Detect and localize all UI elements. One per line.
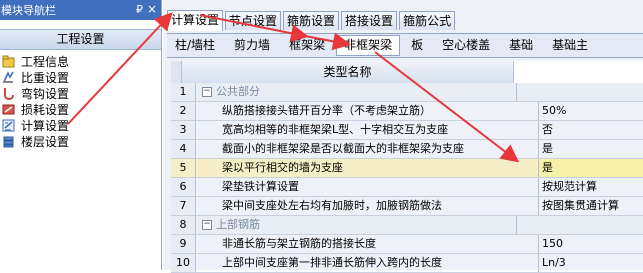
calc-settings-icon	[2, 119, 15, 132]
nav-item-hook[interactable]: 弯钩设置	[0, 85, 161, 101]
collapse-toggle-icon[interactable]: −	[202, 87, 212, 97]
grid-header-type-name: 类型名称	[182, 61, 514, 83]
subtab-slab[interactable]: 板	[403, 36, 431, 55]
nav-item-label: 损耗设置	[21, 102, 70, 117]
grid-body: 1− 公共部分 2 纵筋搭接接头错开百分率（不考虑架立筋） 50% 3 宽高均相等的非框架梁…	[171, 83, 643, 273]
subtab-column-wall-column[interactable]: 柱/墙柱	[167, 36, 223, 55]
row-value[interactable]	[517, 216, 643, 234]
subtab-shear-wall[interactable]: 剪力墙	[226, 36, 278, 55]
pin-icon[interactable]: ₽	[136, 3, 143, 16]
subtab-foundation-main[interactable]: 基础主	[544, 36, 596, 55]
nav-item-density[interactable]: 比重设置	[0, 69, 161, 85]
row-name: 截面小的非框架梁是否以截面大的非框架梁为支座	[196, 140, 539, 158]
row-number: 1	[171, 83, 196, 101]
tab-stirrup-formula[interactable]: 箍筋公式	[399, 11, 456, 30]
table-row[interactable]: 10 上部中间支座第一排非通长筋伸入跨内的长度 Ln/3	[171, 254, 643, 273]
loss-icon	[2, 103, 15, 116]
main-tab-bar: 计算设置 节点设置 箍筋设置 搭接设置 箍筋公式	[167, 10, 457, 31]
tab-lap-settings[interactable]: 搭接设置	[341, 11, 398, 30]
row-number: 8	[171, 216, 196, 234]
row-name: 宽高均相等的非框架梁L型、十字相交互为支座	[196, 121, 539, 139]
table-row[interactable]: 9 非通长筋与架立钢筋的搭接长度 150	[171, 235, 643, 254]
table-row[interactable]: 6 梁垫铁计算设置 按规范计算	[171, 178, 643, 197]
table-row[interactable]: 4 截面小的非框架梁是否以截面大的非框架梁为支座 是	[171, 140, 643, 159]
row-value[interactable]: 是	[539, 140, 643, 158]
nav-item-label: 弯钩设置	[21, 86, 70, 101]
nav-item-calc-settings[interactable]: 计算设置	[0, 116, 161, 134]
hook-icon	[2, 87, 15, 100]
row-name: − 上部钢筋	[196, 216, 517, 234]
row-value[interactable]: 否	[539, 121, 643, 139]
tab-stirrup-settings[interactable]: 箍筋设置	[283, 11, 340, 30]
table-row[interactable]: 3 宽高均相等的非框架梁L型、十字相交互为支座 否	[171, 121, 643, 140]
row-name-label: 上部中间支座第一排非通长筋伸入跨内的长度	[222, 256, 442, 269]
navigation-header: 模块导航栏 ₽ ×	[0, 0, 161, 20]
row-name: 非通长筋与架立钢筋的搭接长度	[196, 235, 539, 253]
row-number: 9	[171, 235, 196, 253]
row-value[interactable]: 按规范计算	[539, 178, 643, 196]
subtab-foundation[interactable]: 基础	[501, 36, 541, 55]
row-name-label: 截面小的非框架梁是否以截面大的非框架梁为支座	[222, 142, 464, 155]
row-name-label: 梁以平行相交的墙为支座	[222, 161, 343, 174]
navigation-list: 工程信息 比重设置 弯钩设置 损耗设置 计算设置 楼层设置	[0, 53, 161, 149]
row-number: 4	[171, 140, 196, 158]
grid-header-value	[514, 61, 643, 83]
row-name-label: 非通长筋与架立钢筋的搭接长度	[222, 237, 376, 250]
nav-item-label: 计算设置	[21, 116, 70, 134]
row-name: 上部中间支座第一排非通长筋伸入跨内的长度	[196, 254, 539, 272]
nav-item-project-info[interactable]: 工程信息	[0, 53, 161, 69]
row-name-label: 公共部分	[216, 85, 260, 98]
row-value[interactable]: 按图集贯通计算	[539, 197, 643, 215]
nav-item-label: 工程信息	[21, 54, 70, 69]
subtab-non-frame-beam[interactable]: 非框架梁	[336, 35, 401, 56]
section-project-settings[interactable]: 工程设置	[0, 29, 161, 50]
nav-item-label: 楼层设置	[21, 134, 70, 149]
table-row[interactable]: 2 纵筋搭接接头错开百分率（不考虑架立筋） 50%	[171, 102, 643, 121]
row-value[interactable]: Ln/3	[539, 254, 643, 272]
row-number: 3	[171, 121, 196, 139]
project-info-icon	[2, 55, 15, 68]
row-name-label: 纵筋搭接接头错开百分率（不考虑架立筋）	[222, 104, 431, 117]
row-name: 梁垫铁计算设置	[196, 178, 539, 196]
row-name: 梁以平行相交的墙为支座	[196, 159, 539, 177]
density-icon	[2, 70, 15, 84]
tab-calc-settings[interactable]: 计算设置	[167, 10, 224, 31]
row-number: 2	[171, 102, 196, 120]
close-icon[interactable]: ×	[147, 2, 157, 16]
collapse-toggle-icon[interactable]: −	[202, 220, 212, 230]
settings-grid: 类型名称 1− 公共部分 2 纵筋搭接接头错开百分率（不考虑架立筋） 50% 3 宽高均相等…	[171, 61, 643, 273]
grid-group-row[interactable]: 8− 上部钢筋	[171, 216, 643, 235]
row-value[interactable]: 50%	[539, 102, 643, 120]
row-name-label: 梁中间支座处左右均有加腋时，加腋钢筋做法	[222, 199, 442, 212]
floor-icon	[2, 135, 15, 148]
row-value[interactable]	[517, 83, 643, 101]
navigation-title: 模块导航栏	[1, 4, 56, 17]
row-name: − 公共部分	[196, 83, 517, 101]
tab-node-settings[interactable]: 节点设置	[225, 11, 282, 30]
row-value[interactable]: 150	[539, 235, 643, 253]
nav-item-floor[interactable]: 楼层设置	[0, 133, 161, 149]
table-row[interactable]: 7 梁中间支座处左右均有加腋时，加腋钢筋做法 按图集贯通计算	[171, 197, 643, 216]
row-name: 梁中间支座处左右均有加腋时，加腋钢筋做法	[196, 197, 539, 215]
nav-item-label: 比重设置	[21, 70, 70, 85]
grid-group-row[interactable]: 1− 公共部分	[171, 83, 643, 102]
row-number: 7	[171, 197, 196, 215]
navigation-panel: 模块导航栏 ₽ × 工程设置 工程信息 比重设置 弯钩设置 损耗设置 计算设置 …	[0, 0, 162, 270]
row-name-label: 上部钢筋	[216, 218, 260, 231]
row-name: 纵筋搭接接头错开百分率（不考虑架立筋）	[196, 102, 539, 120]
row-name-label: 宽高均相等的非框架梁L型、十字相交互为支座	[222, 123, 449, 136]
row-number: 5	[171, 159, 196, 177]
grid-header-corner	[171, 61, 182, 83]
grid-header: 类型名称	[171, 61, 643, 83]
subtab-hollow-floor[interactable]: 空心楼盖	[434, 36, 498, 55]
nav-item-loss[interactable]: 损耗设置	[0, 101, 161, 117]
row-value[interactable]: 是	[539, 159, 643, 177]
subtab-frame-beam[interactable]: 框架梁	[281, 36, 333, 55]
table-row[interactable]: 5 梁以平行相交的墙为支座 是	[171, 159, 643, 178]
component-tab-bar: 柱/墙柱 剪力墙 框架梁 非框架梁 板 空心楼盖 基础 基础主	[167, 33, 643, 58]
row-name-label: 梁垫铁计算设置	[222, 180, 299, 193]
row-number: 10	[171, 254, 196, 272]
row-number: 6	[171, 178, 196, 196]
